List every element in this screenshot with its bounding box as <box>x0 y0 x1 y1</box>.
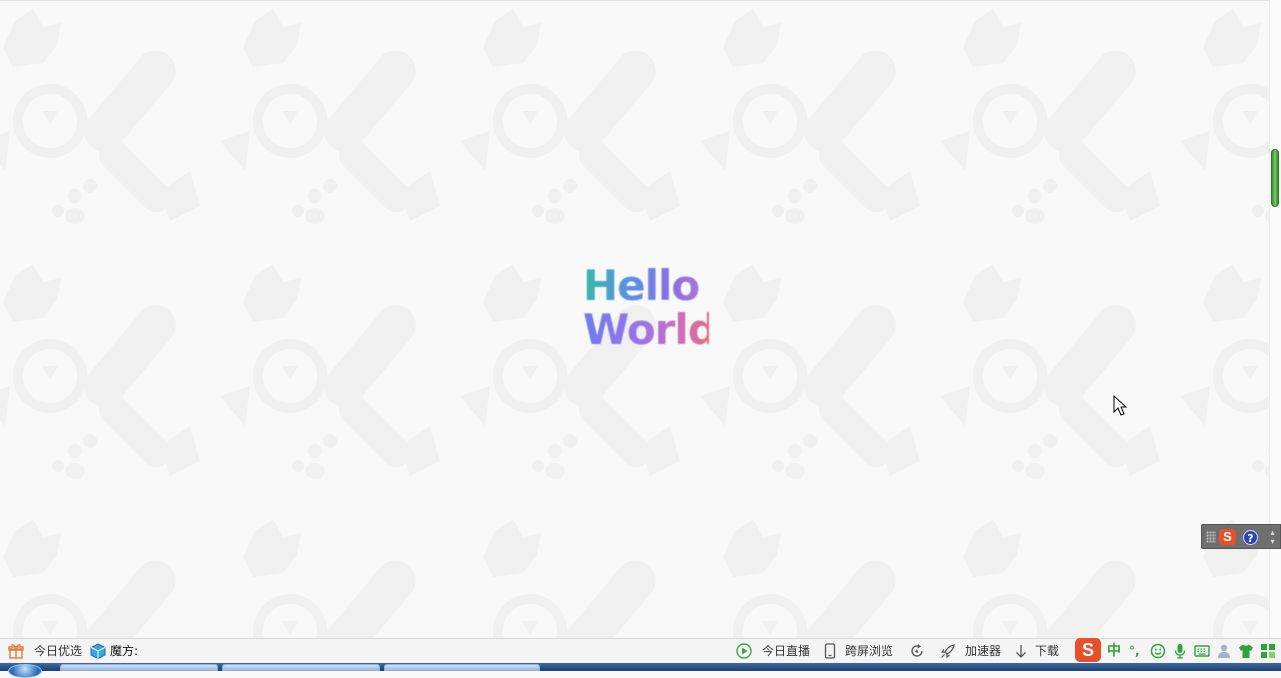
user-icon[interactable] <box>1216 643 1232 659</box>
cube-icon <box>90 643 106 659</box>
refresh-icon <box>911 644 923 657</box>
taskbar-button-2[interactable] <box>222 664 380 671</box>
mouse-pointer-icon <box>1113 395 1127 416</box>
live-today-label: 今日直播 <box>762 644 811 658</box>
shirt-icon[interactable] <box>1238 643 1254 659</box>
scrollbar-thumb[interactable] <box>1271 149 1279 207</box>
hello-world-logo: Hello World <box>583 263 718 363</box>
input-mode-chinese[interactable]: 中 <box>1107 639 1121 663</box>
drag-handle-icon[interactable] <box>1206 531 1216 543</box>
ime-tray: S 中 °, <box>1075 638 1281 663</box>
sogou-logo-icon[interactable]: S <box>1219 529 1236 545</box>
microphone-icon[interactable] <box>1172 643 1188 659</box>
taskbar-button-1[interactable] <box>60 664 218 671</box>
mofang-link[interactable]: 魔方: <box>90 639 150 663</box>
smiley-icon[interactable] <box>1150 643 1166 659</box>
downloads-link[interactable]: 下载 <box>1013 639 1065 663</box>
windows-taskbar <box>0 663 1281 678</box>
sogou-tray-logo-icon[interactable]: S <box>1075 638 1101 662</box>
help-icon[interactable]: ? <box>1243 530 1258 545</box>
download-arrow-icon <box>1016 645 1026 658</box>
mofang-label: 魔方: <box>110 644 139 658</box>
accelerator-link[interactable]: 加速器 <box>940 639 1006 663</box>
accelerator-label: 加速器 <box>965 644 1002 658</box>
live-today-link[interactable]: 今日直播 <box>736 639 816 663</box>
phone-icon <box>824 643 836 659</box>
keyboard-icon[interactable] <box>1194 643 1210 659</box>
gift-icon <box>8 644 24 659</box>
cross-screen-label: 跨屏浏览 <box>845 644 894 658</box>
taskbar-button-3[interactable] <box>384 664 540 671</box>
greeting-line-2: World <box>583 305 718 354</box>
play-circle-icon <box>736 643 752 659</box>
browser-page-content: Hello World <box>0 0 1269 638</box>
cross-screen-link[interactable]: 跨屏浏览 <box>822 639 898 663</box>
today-picks-link[interactable]: 今日优选 <box>8 639 88 663</box>
grid-icon[interactable] <box>1260 643 1276 659</box>
start-button[interactable] <box>8 664 42 678</box>
downloads-label: 下载 <box>1035 644 1060 658</box>
refresh-button[interactable] <box>909 639 927 663</box>
collapse-toggle-icon[interactable]: ▴ ▾ <box>1268 528 1277 546</box>
ime-floating-toolbar[interactable]: S ? ▴ ▾ <box>1201 524 1281 549</box>
greeting-line-1: Hello <box>583 263 709 309</box>
today-picks-label: 今日优选 <box>34 644 83 658</box>
browser-status-bar: 今日优选 魔方: 今日直播 跨屏浏览 加速器 下载 S 中 °, <box>0 638 1281 663</box>
rocket-icon <box>940 644 955 659</box>
punctuation-mode[interactable]: °, <box>1129 639 1140 663</box>
